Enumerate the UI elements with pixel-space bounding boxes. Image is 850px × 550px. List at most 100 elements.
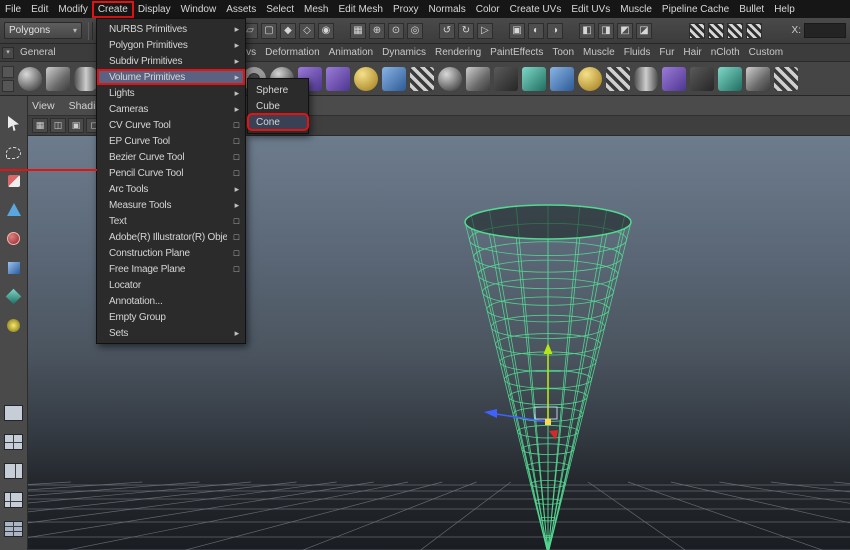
create-menu-item[interactable]: Free Image Plane □: [97, 261, 245, 277]
move-tool[interactable]: [2, 199, 26, 223]
create-menu-item[interactable]: Bezier Curve Tool □: [97, 149, 245, 165]
panel-menu-item[interactable]: View: [32, 100, 55, 112]
create-menu-item[interactable]: Lights ▸: [97, 85, 245, 101]
create-menu-item[interactable]: Subdiv Primitives ▸: [97, 53, 245, 69]
paint-select-tool[interactable]: [2, 170, 26, 194]
soft-modification-tool[interactable]: [2, 315, 26, 339]
create-menu-item[interactable]: Annotation...: [97, 293, 245, 309]
menu-item-glyph-icon[interactable]: □: [227, 264, 239, 274]
shelf-icon-28[interactable]: [774, 66, 798, 91]
shelf-icon-17[interactable]: [466, 66, 490, 91]
rotate-tool[interactable]: [2, 228, 26, 252]
shelf-tab[interactable]: Fluids: [624, 47, 651, 58]
menubar-item[interactable]: Proxy: [388, 2, 424, 17]
shelf-tab[interactable]: General: [20, 47, 56, 58]
menu-item-glyph-icon[interactable]: □: [227, 120, 239, 130]
menubar-item[interactable]: Edit: [26, 2, 53, 17]
light-panel-icon[interactable]: ◩: [617, 22, 633, 39]
lock-camera-icon[interactable]: ◫: [50, 118, 66, 133]
menu-item-glyph-icon[interactable]: ▸: [227, 328, 240, 339]
render-settings-icon[interactable]: ◑: [547, 22, 563, 39]
play-construction-icon[interactable]: ▷: [477, 22, 493, 39]
create-menu-item[interactable]: Text □: [97, 213, 245, 229]
layout-single-pane-button[interactable]: [2, 401, 26, 425]
shelf-icon-13[interactable]: [354, 66, 378, 91]
menu-item-glyph-icon[interactable]: ▸: [227, 56, 240, 67]
menubar-item[interactable]: Window: [176, 2, 222, 17]
shelf-tab[interactable]: Hair: [683, 47, 701, 58]
menubar-item[interactable]: Create: [91, 0, 134, 18]
shelf-icon-15[interactable]: [410, 66, 434, 91]
menubar-item[interactable]: Select: [261, 2, 299, 17]
menu-item-glyph-icon[interactable]: ▸: [227, 88, 240, 99]
render-current-frame-icon[interactable]: ▣: [509, 22, 525, 39]
polygon-cylinder-icon[interactable]: [74, 66, 98, 91]
submenu-item[interactable]: Sphere: [248, 82, 308, 98]
texture-panel-icon[interactable]: ◨: [598, 22, 614, 39]
create-menu-item[interactable]: Empty Group: [97, 309, 245, 325]
shelf-icon-16[interactable]: [438, 66, 462, 91]
menubar-item[interactable]: Create UVs: [505, 2, 567, 17]
submenu-item[interactable]: Cone: [247, 113, 309, 131]
menubar-item[interactable]: Help: [769, 2, 800, 17]
menu-item-glyph-icon[interactable]: ▸: [227, 200, 240, 211]
menu-item-glyph-icon[interactable]: □: [227, 216, 239, 226]
shelf-icon-27[interactable]: [746, 66, 770, 91]
menubar-item[interactable]: Edit Mesh: [333, 2, 387, 17]
shelf-tab[interactable]: Custom: [749, 47, 783, 58]
shelf-icon-14[interactable]: [382, 66, 406, 91]
snap-grid-icon[interactable]: ▦: [350, 22, 366, 39]
checker-swatch-2-icon[interactable]: [708, 22, 724, 39]
select-tool[interactable]: [2, 112, 26, 136]
shelf-icon-26[interactable]: [718, 66, 742, 91]
shelf-icon-22[interactable]: [606, 66, 630, 91]
ipr-render-icon[interactable]: ◐: [528, 22, 544, 39]
select-object-icon[interactable]: ▢: [261, 22, 277, 39]
menubar-item[interactable]: Muscle: [615, 2, 657, 17]
polygon-cube-icon[interactable]: [46, 66, 70, 91]
menu-item-glyph-icon[interactable]: □: [227, 168, 239, 178]
select-component-icon[interactable]: ◆: [280, 22, 296, 39]
highlight-selection-icon[interactable]: ◇: [299, 22, 315, 39]
create-menu-item[interactable]: EP Curve Tool □: [97, 133, 245, 149]
shelf-icon-25[interactable]: [690, 66, 714, 91]
menubar-item[interactable]: Display: [133, 2, 176, 17]
shelf-tab[interactable]: Muscle: [583, 47, 615, 58]
create-menu-item[interactable]: Construction Plane □: [97, 245, 245, 261]
shading-panel-icon[interactable]: ◪: [636, 22, 652, 39]
menu-item-glyph-icon[interactable]: ▸: [227, 40, 240, 51]
shelf-tab-menu-icon[interactable]: ▾: [2, 46, 14, 59]
create-menu-item[interactable]: Sets ▸: [97, 325, 245, 341]
snap-point-icon[interactable]: ⊙: [388, 22, 404, 39]
menu-item-glyph-icon[interactable]: ▸: [227, 72, 240, 83]
submenu-item[interactable]: Cube: [248, 98, 308, 114]
menubar-item[interactable]: Normals: [424, 2, 471, 17]
shelf-edit-icon[interactable]: [2, 79, 14, 92]
layout-multi-pane-button[interactable]: [2, 517, 26, 541]
shelf-icon-21[interactable]: [578, 66, 602, 91]
create-menu-item[interactable]: Arc Tools ▸: [97, 181, 245, 197]
menu-item-glyph-icon[interactable]: □: [227, 232, 239, 242]
menubar-item[interactable]: Assets: [221, 2, 261, 17]
menubar-item[interactable]: Modify: [53, 2, 92, 17]
create-menu-item[interactable]: CV Curve Tool □: [97, 117, 245, 133]
shelf-tab[interactable]: Dynamics: [382, 47, 426, 58]
menubar-item[interactable]: File: [0, 2, 26, 17]
menu-item-glyph-icon[interactable]: □: [227, 152, 239, 162]
create-menu-item[interactable]: Pencil Curve Tool □: [97, 165, 245, 181]
menu-item-glyph-icon[interactable]: ▸: [227, 184, 240, 195]
menu-item-glyph-icon[interactable]: ▸: [227, 24, 240, 35]
create-menu-item[interactable]: NURBS Primitives ▸: [97, 21, 245, 37]
scale-tool[interactable]: [2, 257, 26, 281]
menu-set-dropdown[interactable]: Polygons ▾: [4, 22, 82, 39]
shelf-tab[interactable]: Animation: [329, 47, 373, 58]
shelf-icon-24[interactable]: [662, 66, 686, 91]
checker-swatch-1-icon[interactable]: [689, 22, 705, 39]
create-menu-item[interactable]: Locator: [97, 277, 245, 293]
history-on-icon[interactable]: ↺: [439, 22, 455, 39]
checker-swatch-4-icon[interactable]: [746, 22, 762, 39]
snap-surface-icon[interactable]: ◎: [407, 22, 423, 39]
create-menu-item[interactable]: Measure Tools ▸: [97, 197, 245, 213]
menubar-item[interactable]: Bullet: [734, 2, 769, 17]
menubar-item[interactable]: Edit UVs: [566, 2, 615, 17]
